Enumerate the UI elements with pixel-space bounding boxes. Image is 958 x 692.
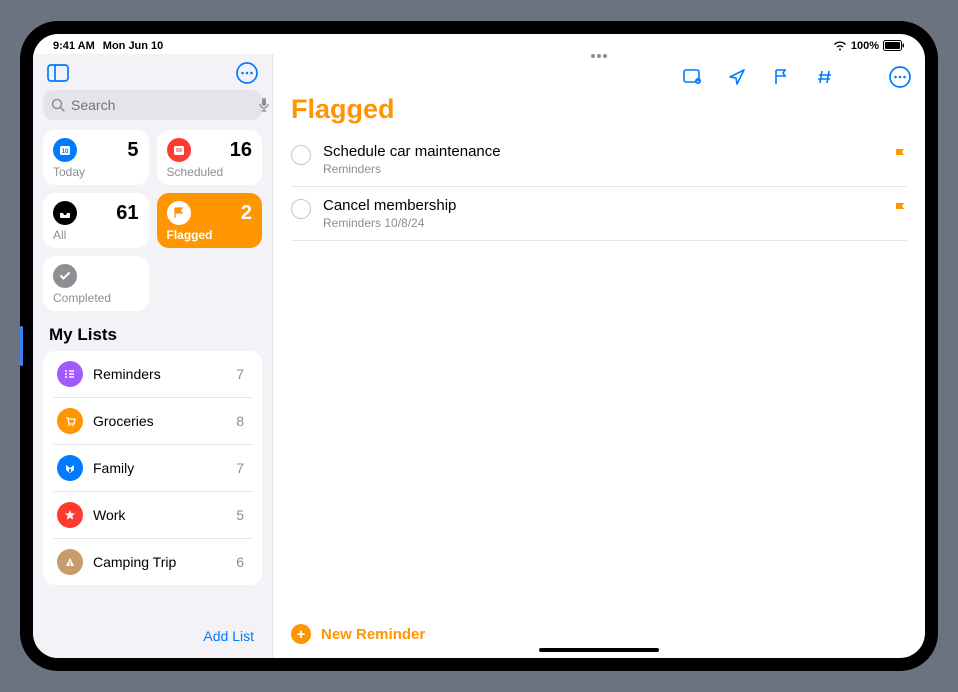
- list-name: Groceries: [93, 413, 226, 429]
- smart-list-today[interactable]: 10 5 Today: [43, 130, 149, 185]
- flag-icon: [893, 147, 907, 163]
- list-name: Work: [93, 507, 226, 523]
- check-icon: [53, 264, 77, 288]
- reminder-row[interactable]: Schedule car maintenance Reminders: [291, 133, 907, 187]
- inbox-icon: [53, 201, 77, 225]
- calendar-today-icon: 10: [53, 138, 77, 162]
- complete-toggle[interactable]: [291, 199, 311, 219]
- battery-icon: [883, 40, 905, 51]
- toggle-sidebar-button[interactable]: [47, 62, 69, 84]
- list-count: 7: [236, 366, 248, 382]
- flagged-count: 2: [241, 202, 252, 225]
- reminder-title: Cancel membership: [323, 197, 881, 214]
- list-row-family[interactable]: Family 7: [53, 445, 252, 492]
- status-bar: 9:41 AM Mon Jun 10 100%: [33, 34, 925, 54]
- home-indicator[interactable]: [539, 648, 659, 652]
- list-name: Camping Trip: [93, 554, 226, 570]
- list-row-reminders[interactable]: Reminders 7: [53, 351, 252, 398]
- smart-list-scheduled[interactable]: 16 Scheduled: [157, 130, 263, 185]
- complete-toggle[interactable]: [291, 145, 311, 165]
- flag-icon: [167, 201, 191, 225]
- search-field[interactable]: [43, 90, 262, 120]
- reminder-title: Schedule car maintenance: [323, 143, 881, 160]
- list-name: Family: [93, 460, 226, 476]
- smart-list-all[interactable]: 61 All: [43, 193, 149, 248]
- svg-text:+: +: [697, 80, 700, 86]
- search-icon: [51, 98, 65, 112]
- details-button[interactable]: +: [683, 67, 703, 87]
- reminder-subtitle: Reminders 10/8/24: [323, 216, 881, 230]
- location-button[interactable]: [727, 67, 747, 87]
- tags-button[interactable]: [815, 67, 835, 87]
- list-icon: [57, 408, 83, 434]
- plus-icon: +: [291, 624, 311, 644]
- all-count: 61: [116, 202, 138, 225]
- list-icon: [57, 455, 83, 481]
- today-count: 5: [127, 139, 138, 162]
- reminder-subtitle: Reminders: [323, 162, 881, 176]
- list-icon: [57, 502, 83, 528]
- search-input[interactable]: [71, 97, 252, 113]
- flag-button[interactable]: [771, 67, 791, 87]
- sidebar-more-button[interactable]: [236, 62, 258, 84]
- list-count: 8: [236, 413, 248, 429]
- list-row-camping-trip[interactable]: Camping Trip 6: [53, 539, 252, 585]
- list-name: Reminders: [93, 366, 226, 382]
- status-date: Mon Jun 10: [103, 40, 164, 52]
- flag-icon: [893, 201, 907, 217]
- smart-list-flagged[interactable]: 2 Flagged: [157, 193, 263, 248]
- battery-percent: 100%: [851, 40, 879, 52]
- main-more-button[interactable]: [889, 66, 911, 88]
- list-count: 6: [236, 554, 248, 570]
- list-icon: [57, 549, 83, 575]
- mic-icon[interactable]: [258, 97, 270, 113]
- device-edge-indicator: [20, 326, 23, 366]
- svg-text:10: 10: [62, 149, 69, 155]
- main-panel: +: [273, 54, 925, 658]
- sidebar: 10 5 Today 16 Scheduled: [33, 54, 273, 658]
- add-list-button[interactable]: Add List: [203, 628, 254, 644]
- my-lists-header: My Lists: [33, 311, 272, 351]
- wifi-icon: [833, 41, 847, 51]
- page-title: Flagged: [273, 94, 925, 133]
- window-grabber-icon[interactable]: [591, 54, 607, 58]
- calendar-icon: [167, 138, 191, 162]
- reminder-row[interactable]: Cancel membership Reminders 10/8/24: [291, 187, 907, 241]
- status-time: 9:41 AM: [53, 40, 95, 52]
- list-count: 7: [236, 460, 248, 476]
- list-row-work[interactable]: Work 5: [53, 492, 252, 539]
- list-row-groceries[interactable]: Groceries 8: [53, 398, 252, 445]
- smart-list-completed[interactable]: Completed: [43, 256, 149, 311]
- list-icon: [57, 361, 83, 387]
- scheduled-count: 16: [230, 139, 252, 162]
- list-count: 5: [236, 507, 248, 523]
